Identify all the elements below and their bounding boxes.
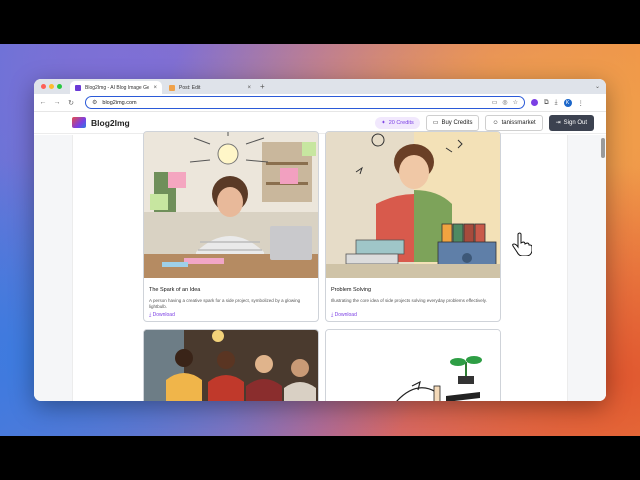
brand-name: Blog2Img bbox=[91, 117, 130, 128]
page-body: The Spark of an Idea A person having a c… bbox=[34, 131, 606, 401]
window-controls bbox=[41, 84, 62, 89]
download-link[interactable]: ⤓ Download bbox=[331, 312, 357, 318]
extension-icon[interactable] bbox=[531, 99, 538, 106]
page-scrollbar[interactable] bbox=[600, 135, 606, 401]
bookmark-star-icon[interactable]: ☆ bbox=[513, 99, 518, 106]
site-logo[interactable]: Blog2Img bbox=[72, 117, 130, 128]
credits-count: 20 Credits bbox=[388, 119, 414, 126]
card-title: Problem Solving bbox=[331, 287, 372, 293]
close-tab-icon[interactable]: × bbox=[247, 85, 251, 91]
username-label: tanissmarket bbox=[501, 119, 536, 126]
tab-title: Post: Edit bbox=[179, 84, 201, 91]
menu-dots-icon[interactable]: ⋮ bbox=[578, 99, 585, 107]
credit-card-icon: ▭ bbox=[432, 120, 439, 126]
download-link[interactable]: ⤓ Download bbox=[149, 312, 175, 318]
image-card-spark[interactable]: The Spark of an Idea A person having a c… bbox=[143, 131, 319, 322]
image-card-team[interactable] bbox=[143, 329, 319, 401]
card-image-problem-solving[interactable] bbox=[326, 132, 501, 278]
download-icon[interactable]: ⤓ bbox=[555, 99, 558, 107]
maximize-window-button[interactable] bbox=[57, 84, 62, 89]
profile-avatar[interactable]: K bbox=[563, 98, 572, 107]
card-image-team-discussion[interactable] bbox=[144, 330, 319, 401]
tab-strip: Blog2Img - AI Blog Image Ge × Post: Edit… bbox=[34, 79, 606, 94]
hand-pointer-cursor-icon bbox=[512, 232, 532, 256]
image-card-growth[interactable] bbox=[325, 329, 501, 401]
card-image-spark-of-idea[interactable] bbox=[144, 132, 319, 278]
sign-out-icon: ⇥ bbox=[555, 120, 561, 126]
url-text[interactable]: blog2img.com bbox=[102, 100, 486, 106]
sparkle-icon: ✦ bbox=[381, 119, 386, 126]
tab-title: Blog2Img - AI Blog Image Ge bbox=[85, 84, 150, 91]
image-gallery: The Spark of an Idea A person having a c… bbox=[72, 131, 568, 401]
forward-icon[interactable]: → bbox=[53, 99, 61, 106]
extensions-puzzle-icon[interactable]: ⧉ bbox=[544, 99, 549, 107]
scrollbar-thumb[interactable] bbox=[601, 138, 605, 158]
tab-post-edit[interactable]: Post: Edit × bbox=[164, 81, 256, 94]
new-tab-button[interactable]: + bbox=[260, 82, 265, 92]
card-title: The Spark of an Idea bbox=[149, 287, 201, 293]
user-icon: ☺ bbox=[492, 119, 499, 126]
site-info-icon[interactable]: ⚙ bbox=[92, 99, 97, 106]
image-card-problem-solving[interactable]: Problem Solving Illustrating the core id… bbox=[325, 131, 501, 322]
post-edit-favicon-icon bbox=[169, 84, 175, 91]
card-description: Illustrating the core idea of side proje… bbox=[331, 298, 487, 303]
card-description: A person having a creative spark for a s… bbox=[149, 298, 301, 309]
close-tab-icon[interactable]: × bbox=[153, 85, 157, 91]
hide-eye-icon[interactable]: ◎ bbox=[502, 99, 507, 106]
blog2img-favicon-icon bbox=[75, 84, 81, 91]
credits-badge: ✦ 20 Credits bbox=[375, 116, 420, 129]
site-header: Blog2Img ✦ 20 Credits ▭ Buy Credits ☺ ta… bbox=[34, 112, 606, 134]
sign-out-button[interactable]: ⇥ Sign Out bbox=[548, 114, 594, 131]
card-image-growth-illustration[interactable] bbox=[326, 330, 501, 401]
browser-toolbar: ← → ↻ ⚙ blog2img.com ▭ ◎ ☆ ⧉ ⤓ K ⋮ bbox=[34, 94, 606, 112]
reload-icon[interactable]: ↻ bbox=[67, 99, 75, 107]
close-window-button[interactable] bbox=[41, 84, 46, 89]
tab-blog2img[interactable]: Blog2Img - AI Blog Image Ge × bbox=[70, 81, 162, 94]
back-icon[interactable]: ← bbox=[39, 99, 47, 106]
user-account-button[interactable]: ☺ tanissmarket bbox=[485, 114, 543, 131]
buy-credits-label: Buy Credits bbox=[441, 119, 473, 126]
sign-out-label: Sign Out bbox=[563, 119, 587, 126]
buy-credits-button[interactable]: ▭ Buy Credits bbox=[425, 114, 480, 131]
address-bar[interactable]: ⚙ blog2img.com ▭ ◎ ☆ bbox=[85, 96, 525, 109]
minimize-window-button[interactable] bbox=[49, 84, 54, 89]
tab-search-icon[interactable]: ⌄ bbox=[595, 83, 600, 90]
install-app-icon[interactable]: ▭ bbox=[492, 99, 498, 106]
logo-image-icon bbox=[72, 117, 86, 128]
